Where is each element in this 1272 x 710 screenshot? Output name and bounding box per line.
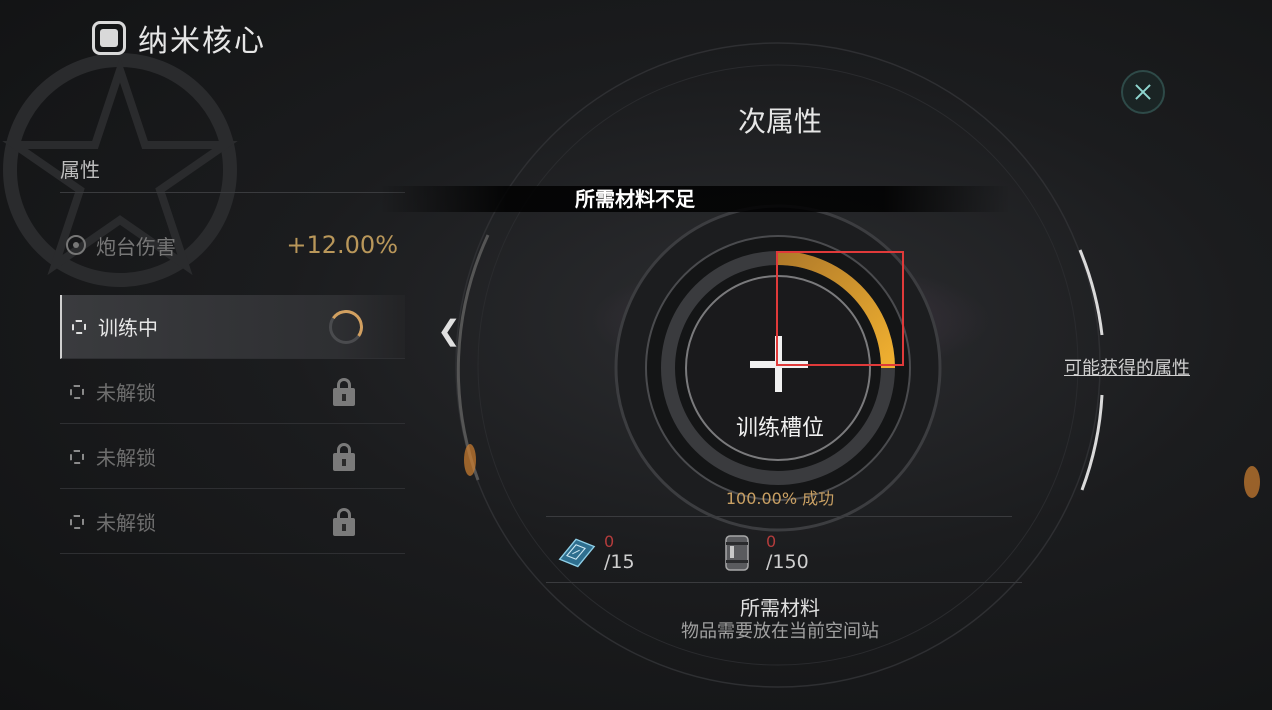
progress-spinner-icon (329, 309, 363, 344)
attributes-label: 属性 (60, 158, 100, 182)
material-owned: 0 (604, 532, 615, 551)
slot-locked-3[interactable]: 未解锁 (60, 490, 405, 554)
divider (60, 192, 405, 193)
material-item[interactable]: 0 /150 (718, 530, 809, 574)
page-title: 纳米核心 (138, 24, 266, 59)
slot-locked-1[interactable]: 未解锁 (60, 360, 405, 424)
possible-attributes-link[interactable]: 可能获得的属性 (1064, 354, 1190, 380)
material-owned: 0 (766, 532, 777, 551)
slot-label: 训练中 (98, 316, 158, 340)
success-rate: 100.00% 成功 (725, 489, 835, 508)
slot-frame-icon (72, 319, 86, 334)
lock-icon (333, 443, 355, 471)
lock-icon (333, 508, 355, 536)
chip-board-icon (558, 538, 596, 568)
material-item[interactable]: 0 /15 (556, 530, 635, 574)
slot-training[interactable]: 训练中 (60, 295, 405, 359)
page-header: 纳米核心 (92, 16, 266, 60)
highlight-box (776, 251, 904, 366)
secondary-attributes-title: 次属性 (737, 105, 822, 138)
training-slot-label: 训练槽位 (735, 416, 824, 441)
core-chip-icon (92, 21, 126, 55)
slot-frame-icon (70, 384, 84, 399)
chevron-left-icon[interactable]: ❮ (436, 315, 462, 347)
attribute-name: 炮台伤害 (96, 234, 176, 259)
slot-locked-2[interactable]: 未解锁 (60, 425, 405, 489)
primary-attribute-row: 炮台伤害 +12.00% (66, 226, 406, 264)
insufficient-materials-text: 所需材料不足 (575, 187, 695, 211)
close-button[interactable] (1121, 70, 1165, 114)
divider (546, 582, 1022, 583)
divider (546, 516, 1012, 517)
slot-frame-icon (70, 449, 84, 464)
material-required: /15 (604, 551, 635, 573)
slot-label: 未解锁 (96, 511, 156, 535)
attribute-value: +12.00% (286, 231, 398, 259)
slot-label: 未解锁 (96, 381, 156, 405)
lock-icon (333, 378, 355, 406)
target-icon (66, 235, 86, 255)
slot-label: 未解锁 (96, 446, 156, 470)
canister-icon (725, 535, 749, 571)
material-required: /150 (766, 551, 809, 573)
required-materials-note: 物品需要放在当前空间站 (681, 621, 879, 642)
slot-frame-icon (70, 514, 84, 529)
